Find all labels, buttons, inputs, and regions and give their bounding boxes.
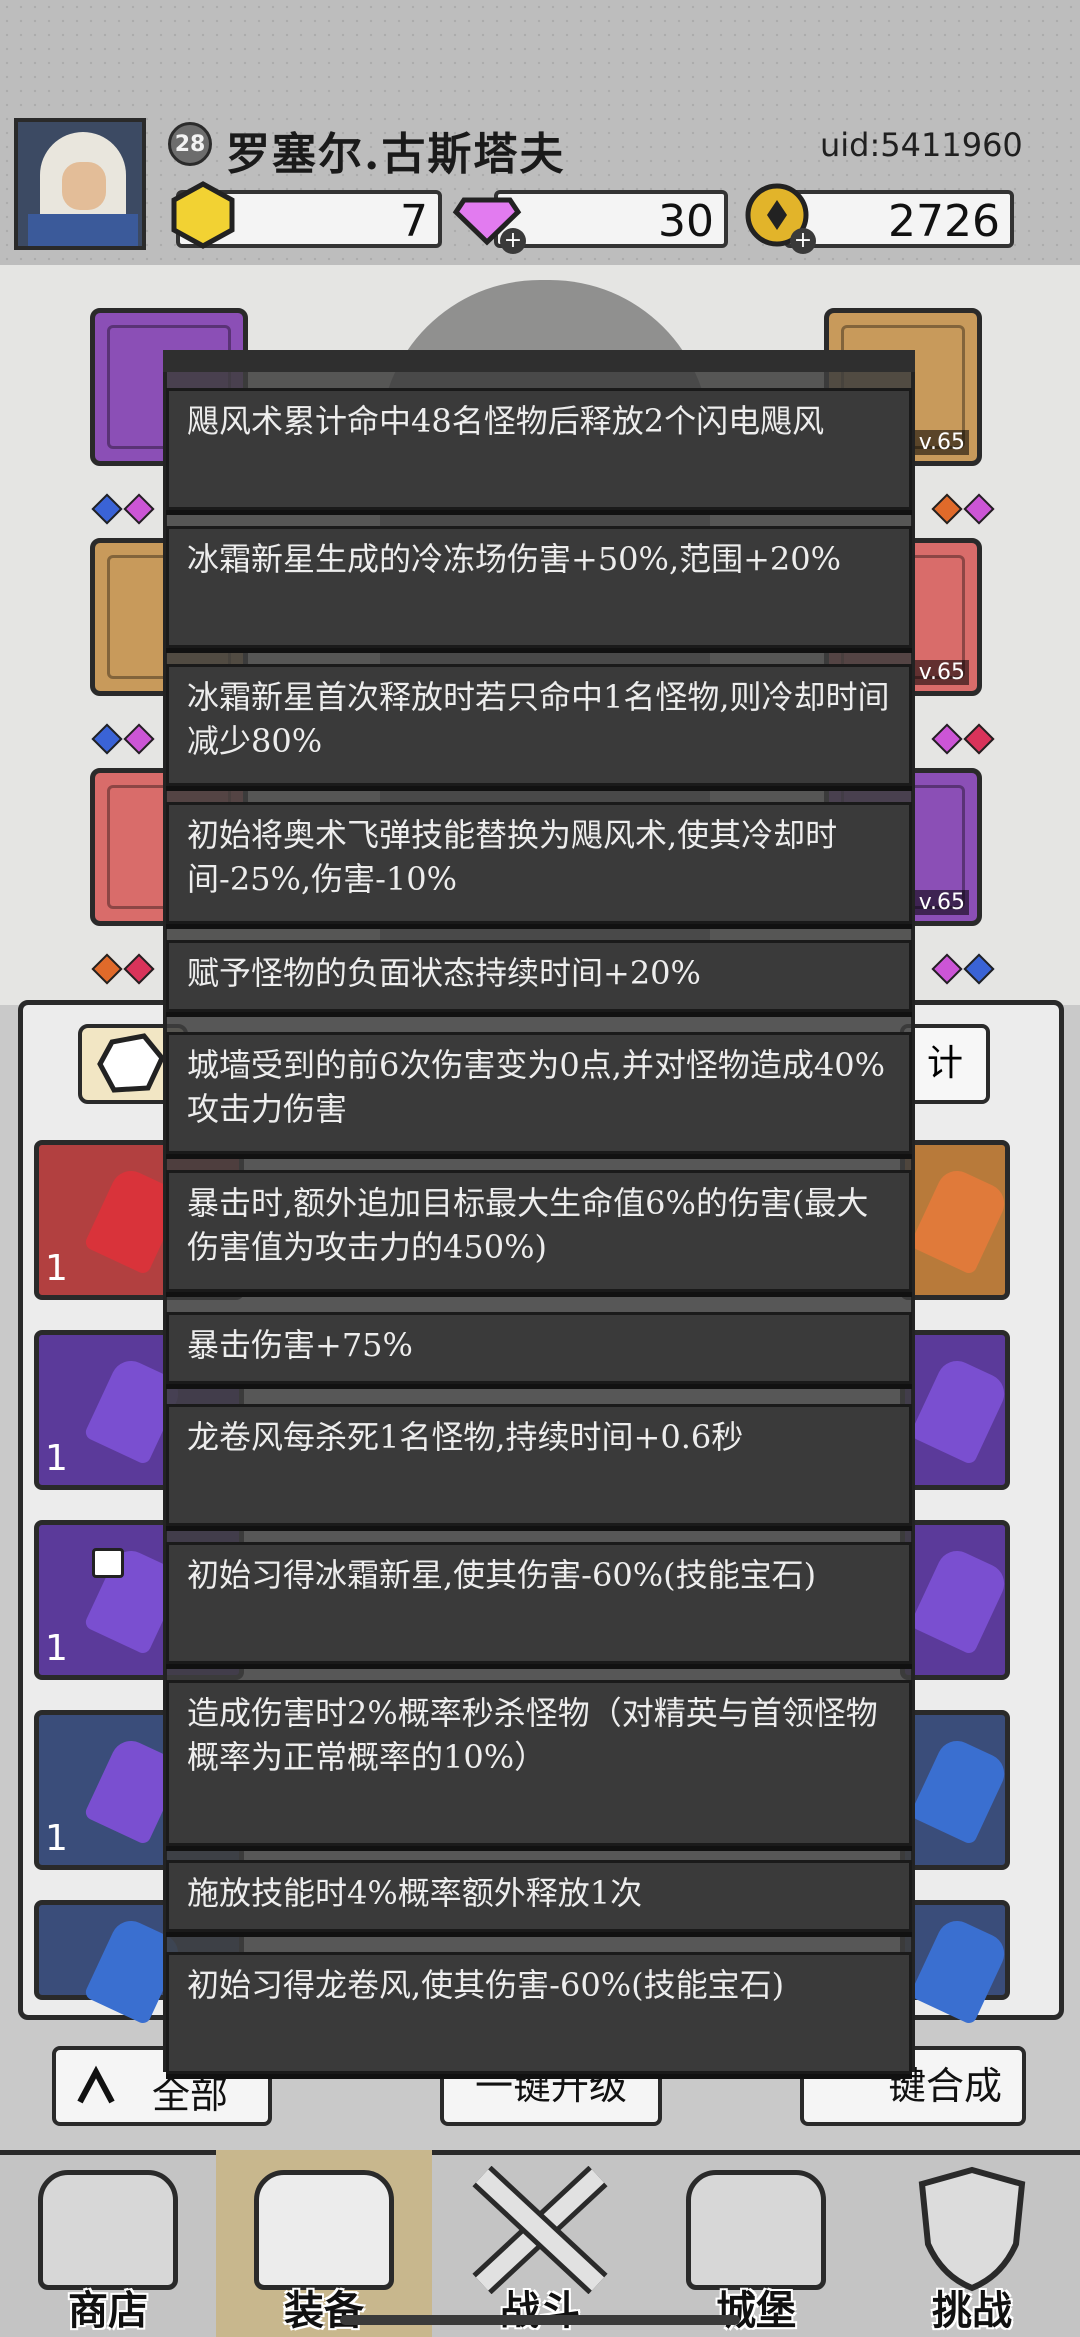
nav-challenge-label: 挑战: [932, 2287, 1012, 2334]
affix-item: 初始将奥术飞弹技能替换为飓风术,使其冷却时间-25%,伤害-10%: [166, 802, 912, 924]
affix-item: 飓风术累计命中48名怪物后释放2个闪电飓风: [166, 388, 912, 510]
affix-item: 施放技能时4%概率额外释放1次: [166, 1860, 912, 1932]
affix-item: 暴击时,额外追加目标最大生命值6%的伤害(最大伤害值为攻击力的450%): [166, 1170, 912, 1292]
lock-icon: [92, 1548, 124, 1578]
affix-item: 冰霜新星首次释放时若只命中1名怪物,则冷却时间减少80%: [166, 664, 912, 786]
gem-count: 1: [45, 1438, 68, 1479]
diamond-value: 30: [658, 196, 714, 247]
nav-shop-label: 商店: [68, 2287, 148, 2334]
diamond-counter: 30: [494, 190, 728, 248]
gem-count: 1: [45, 1248, 68, 1289]
sort-up-icon: [77, 2065, 115, 2104]
affix-item: 初始习得龙卷风,使其伤害-60%(技能宝石): [166, 1952, 912, 2074]
nav-battle-label: 战斗: [500, 2287, 580, 2334]
bag-icon: [254, 2170, 394, 2290]
shield-icon: [918, 2166, 1026, 2292]
gem-card[interactable]: [900, 1140, 1011, 1300]
gold-gem-value: 7: [400, 196, 428, 247]
nav-challenge[interactable]: 挑战: [864, 2150, 1080, 2337]
nav-battle[interactable]: 战斗: [432, 2150, 648, 2337]
gem-card[interactable]: [900, 1330, 1011, 1490]
home-indicator[interactable]: [340, 2315, 740, 2325]
gold-gem-icon: [171, 181, 235, 249]
tooltip-header-strip: [163, 350, 915, 372]
equip-level-label: v.65: [914, 430, 969, 455]
affix-item: 冰霜新星生成的冷冻场伤害+50%,范围+20%: [166, 526, 912, 648]
affix-item: 造成伤害时2%概率秒杀怪物（对精英与首领怪物概率为正常概率的10%）: [166, 1680, 912, 1846]
nav-equipment[interactable]: 装备: [216, 2150, 432, 2337]
nav-castle-label: 城堡: [716, 2287, 796, 2334]
equip-level-label: v.65: [914, 660, 969, 685]
castle-icon: [686, 2170, 826, 2290]
player-uid: uid:5411960: [820, 126, 1023, 164]
crossed-swords-icon: [472, 2166, 608, 2294]
nav-equipment-label: 装备: [284, 2287, 364, 2334]
add-diamond-button[interactable]: +: [500, 228, 526, 254]
affix-item: 城墙受到的前6次伤害变为0点,并对怪物造成40%攻击力伤害: [166, 1032, 912, 1154]
nav-shop[interactable]: 商店: [0, 2150, 216, 2337]
gem-count: 1: [45, 1818, 68, 1859]
affix-item: 暴击伤害+75%: [166, 1312, 912, 1384]
add-coin-button[interactable]: +: [790, 228, 816, 254]
affix-item: 龙卷风每杀死1名怪物,持续时间+0.6秒: [166, 1404, 912, 1526]
gem-card[interactable]: [900, 1710, 1011, 1870]
affix-item: 初始习得冰霜新星,使其伤害-60%(技能宝石): [166, 1542, 912, 1664]
coin-value: 2726: [888, 196, 1000, 247]
shop-icon: [38, 2170, 178, 2290]
coin-counter: 2726: [784, 190, 1014, 248]
equip-level-label: v.65: [914, 890, 969, 915]
gem-card[interactable]: [900, 1520, 1011, 1680]
gem-count: 1: [45, 1628, 68, 1669]
nav-castle[interactable]: 城堡: [648, 2150, 864, 2337]
affix-item: 赋予怪物的负面状态持续时间+20%: [166, 940, 912, 1012]
player-avatar[interactable]: [14, 118, 146, 250]
gem-card[interactable]: [900, 1900, 1011, 2026]
player-name: 罗塞尔.古斯塔夫: [226, 129, 566, 180]
player-level-badge: 28: [168, 122, 212, 166]
